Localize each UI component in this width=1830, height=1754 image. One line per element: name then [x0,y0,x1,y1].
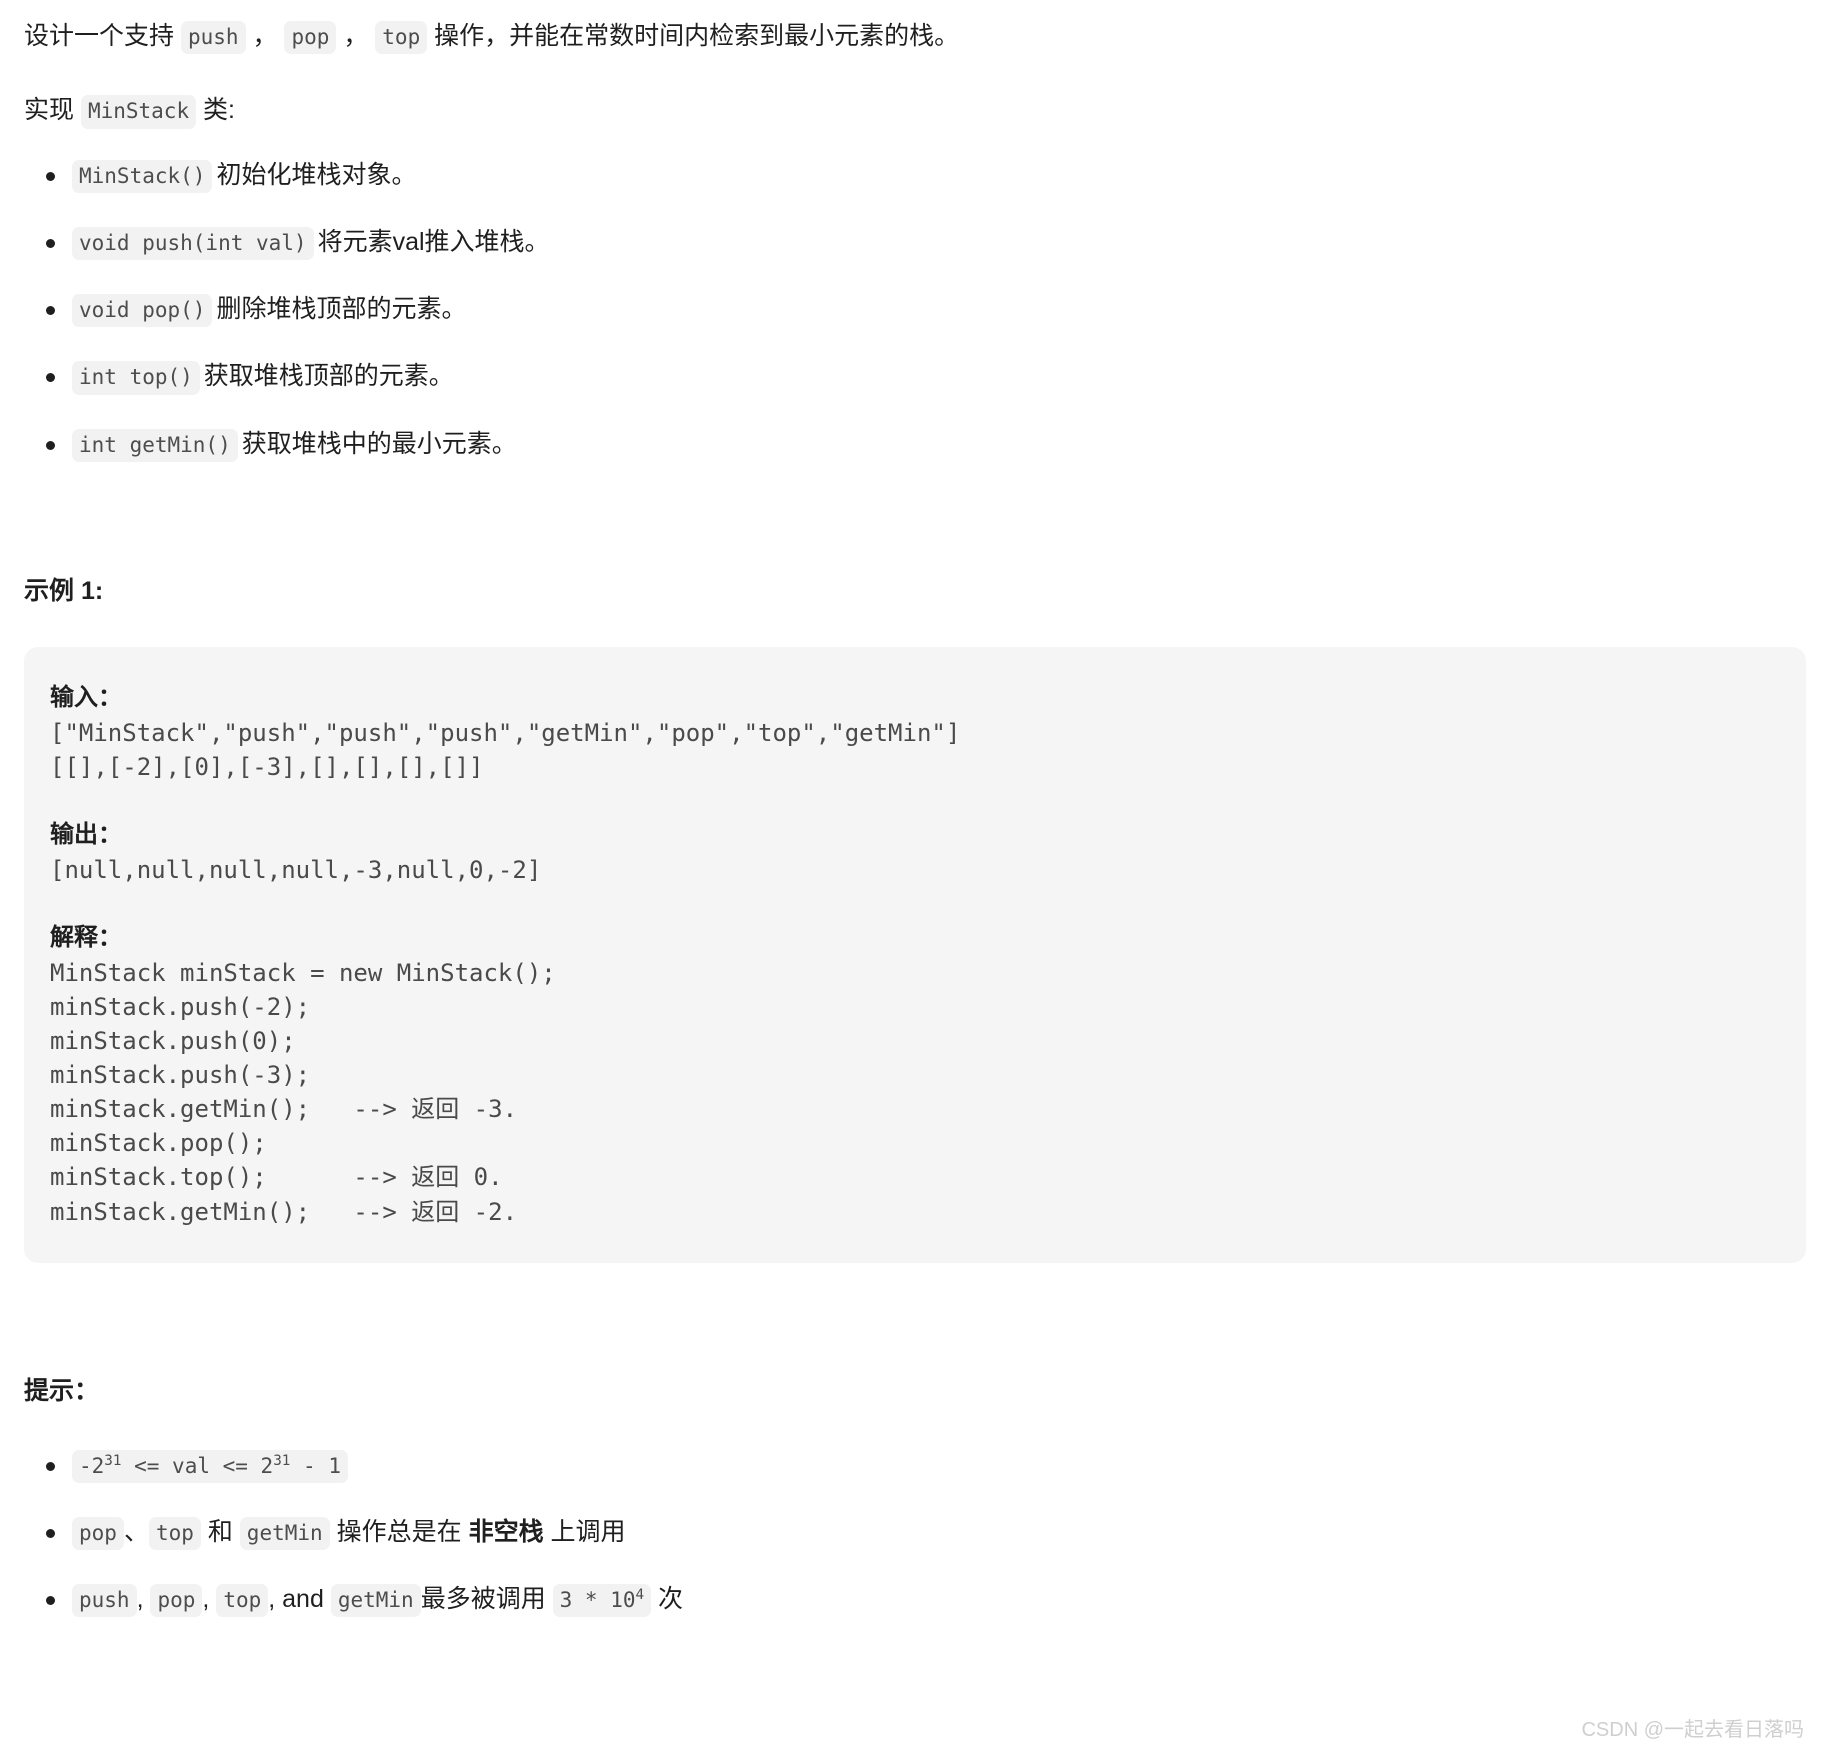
intro-separator-2: ， [336,22,376,50]
hint3-separator-2: , [202,1585,217,1614]
list-item: pop、 top 和 getMin 操作总是在 非空栈 上调用 [24,1514,1806,1551]
hints-list: -231 <= val <= 231 - 1 pop、 top 和 getMin … [24,1447,1806,1618]
example-output-group: 输出： [null,null,null,null,-3,null,0,-2] [50,814,1780,887]
list-item: MinStack() 初始化堆栈对象。 [24,157,1806,193]
range-exponent-1: 31 [104,1452,122,1469]
intro-paragraph-design: 设计一个支持 push ， pop ， top 操作，并能在常数时间内检索到最小… [24,18,1806,55]
hint2-text-a: 操作总是在 [329,1517,469,1546]
list-item: push, pop, top, and getMin 最多被调用 3 * 104 … [24,1581,1806,1618]
hint2-bold-nonempty-stack: 非空栈 [468,1517,544,1546]
method-description: 将元素val推入堆栈。 [317,227,550,256]
inline-code-pop: pop [150,1584,203,1618]
intro-separator-1: ， [245,22,285,50]
intro-paragraph-implement: 实现 MinStack 类: [24,92,1806,129]
example-input-label: 输入： [50,683,122,711]
example-input-code: ["MinStack","push","push","push","getMin… [50,718,961,781]
list-item: void pop() 删除堆栈顶部的元素。 [24,291,1806,328]
method-description: 获取堆栈顶部的元素。 [203,362,454,391]
example-output-code: [null,null,null,null,-3,null,0,-2] [50,855,542,884]
example-explain-code: MinStack minStack = new MinStack(); minS… [50,958,556,1226]
hint2-text-b: 上调用 [543,1517,626,1546]
implement-text-prefix: 实现 [24,96,81,125]
method-signature-push: void push(int val) [72,226,314,260]
inline-code-top: top [216,1584,269,1618]
method-description: 获取堆栈中的最小元素。 [241,429,517,458]
intro-text-suffix: 操作，并能在常数时间内检索到最小元素的栈。 [427,22,960,50]
list-item: -231 <= val <= 231 - 1 [24,1447,1806,1483]
inline-code-push: push [180,21,246,55]
method-signature-minstack-ctor: MinStack() [72,159,213,193]
example-output-label: 输出： [50,820,122,848]
hint3-text-b: 次 [651,1585,684,1614]
hint2-separator-1: 、 [123,1517,149,1546]
example-explain-group: 解释： MinStack minStack = new MinStack(); … [50,917,1780,1229]
hint3-text-a: 最多被调用 [420,1585,553,1614]
method-list: MinStack() 初始化堆栈对象。 void push(int val) 将元素… [24,157,1806,462]
list-item: void push(int val) 将元素val推入堆栈。 [24,224,1806,260]
list-item: int getMin() 获取堆栈中的最小元素。 [24,426,1806,462]
method-description: 初始化堆栈对象。 [216,160,417,189]
implement-text-suffix: 类: [196,96,236,125]
hint3-separator-1: , [136,1585,151,1614]
constraint-value-range: -231 <= val <= 231 - 1 [72,1449,348,1483]
call-count-exponent: 4 [635,1587,645,1604]
inline-code-top: top [148,1516,201,1551]
inline-code-getmin: getMin [239,1516,330,1551]
hint3-separator-3: , and [268,1585,331,1614]
constraint-call-count: 3 * 104 [552,1584,652,1618]
example-code-block: 输入： ["MinStack","push","push","push","ge… [24,646,1806,1263]
method-signature-top: int top() [72,361,200,395]
list-item: int top() 获取堆栈顶部的元素。 [24,358,1806,395]
example-explain-label: 解释： [50,923,122,951]
range-exponent-2: 31 [273,1452,291,1469]
inline-code-getmin: getMin [330,1584,421,1618]
range-middle: <= val <= 2 [121,1453,274,1478]
method-signature-pop: void pop() [72,294,213,328]
inline-code-pop: pop [284,21,337,55]
range-tail: - 1 [290,1453,341,1478]
hints-heading: 提示： [24,1376,100,1405]
hint2-middle: 和 [200,1517,240,1546]
problem-description-page: 设计一个支持 push ， pop ， top 操作，并能在常数时间内检索到最小… [0,0,1830,1618]
inline-code-pop: pop [72,1516,124,1551]
example-heading: 示例 1: [24,576,104,605]
method-description: 删除堆栈顶部的元素。 [216,295,467,323]
inline-code-top: top [375,21,428,55]
call-count-base: 3 * 10 [559,1588,636,1613]
csdn-watermark: CSDN @一起去看日落吗 [1581,1719,1804,1741]
example-input-group: 输入： ["MinStack","push","push","push","ge… [50,677,1780,784]
method-signature-getmin: int getMin() [72,428,238,462]
intro-text-prefix: 设计一个支持 [24,22,181,50]
inline-code-push: push [72,1584,137,1618]
range-base-negative: -2 [79,1453,105,1478]
inline-code-minstack: MinStack [80,95,197,129]
